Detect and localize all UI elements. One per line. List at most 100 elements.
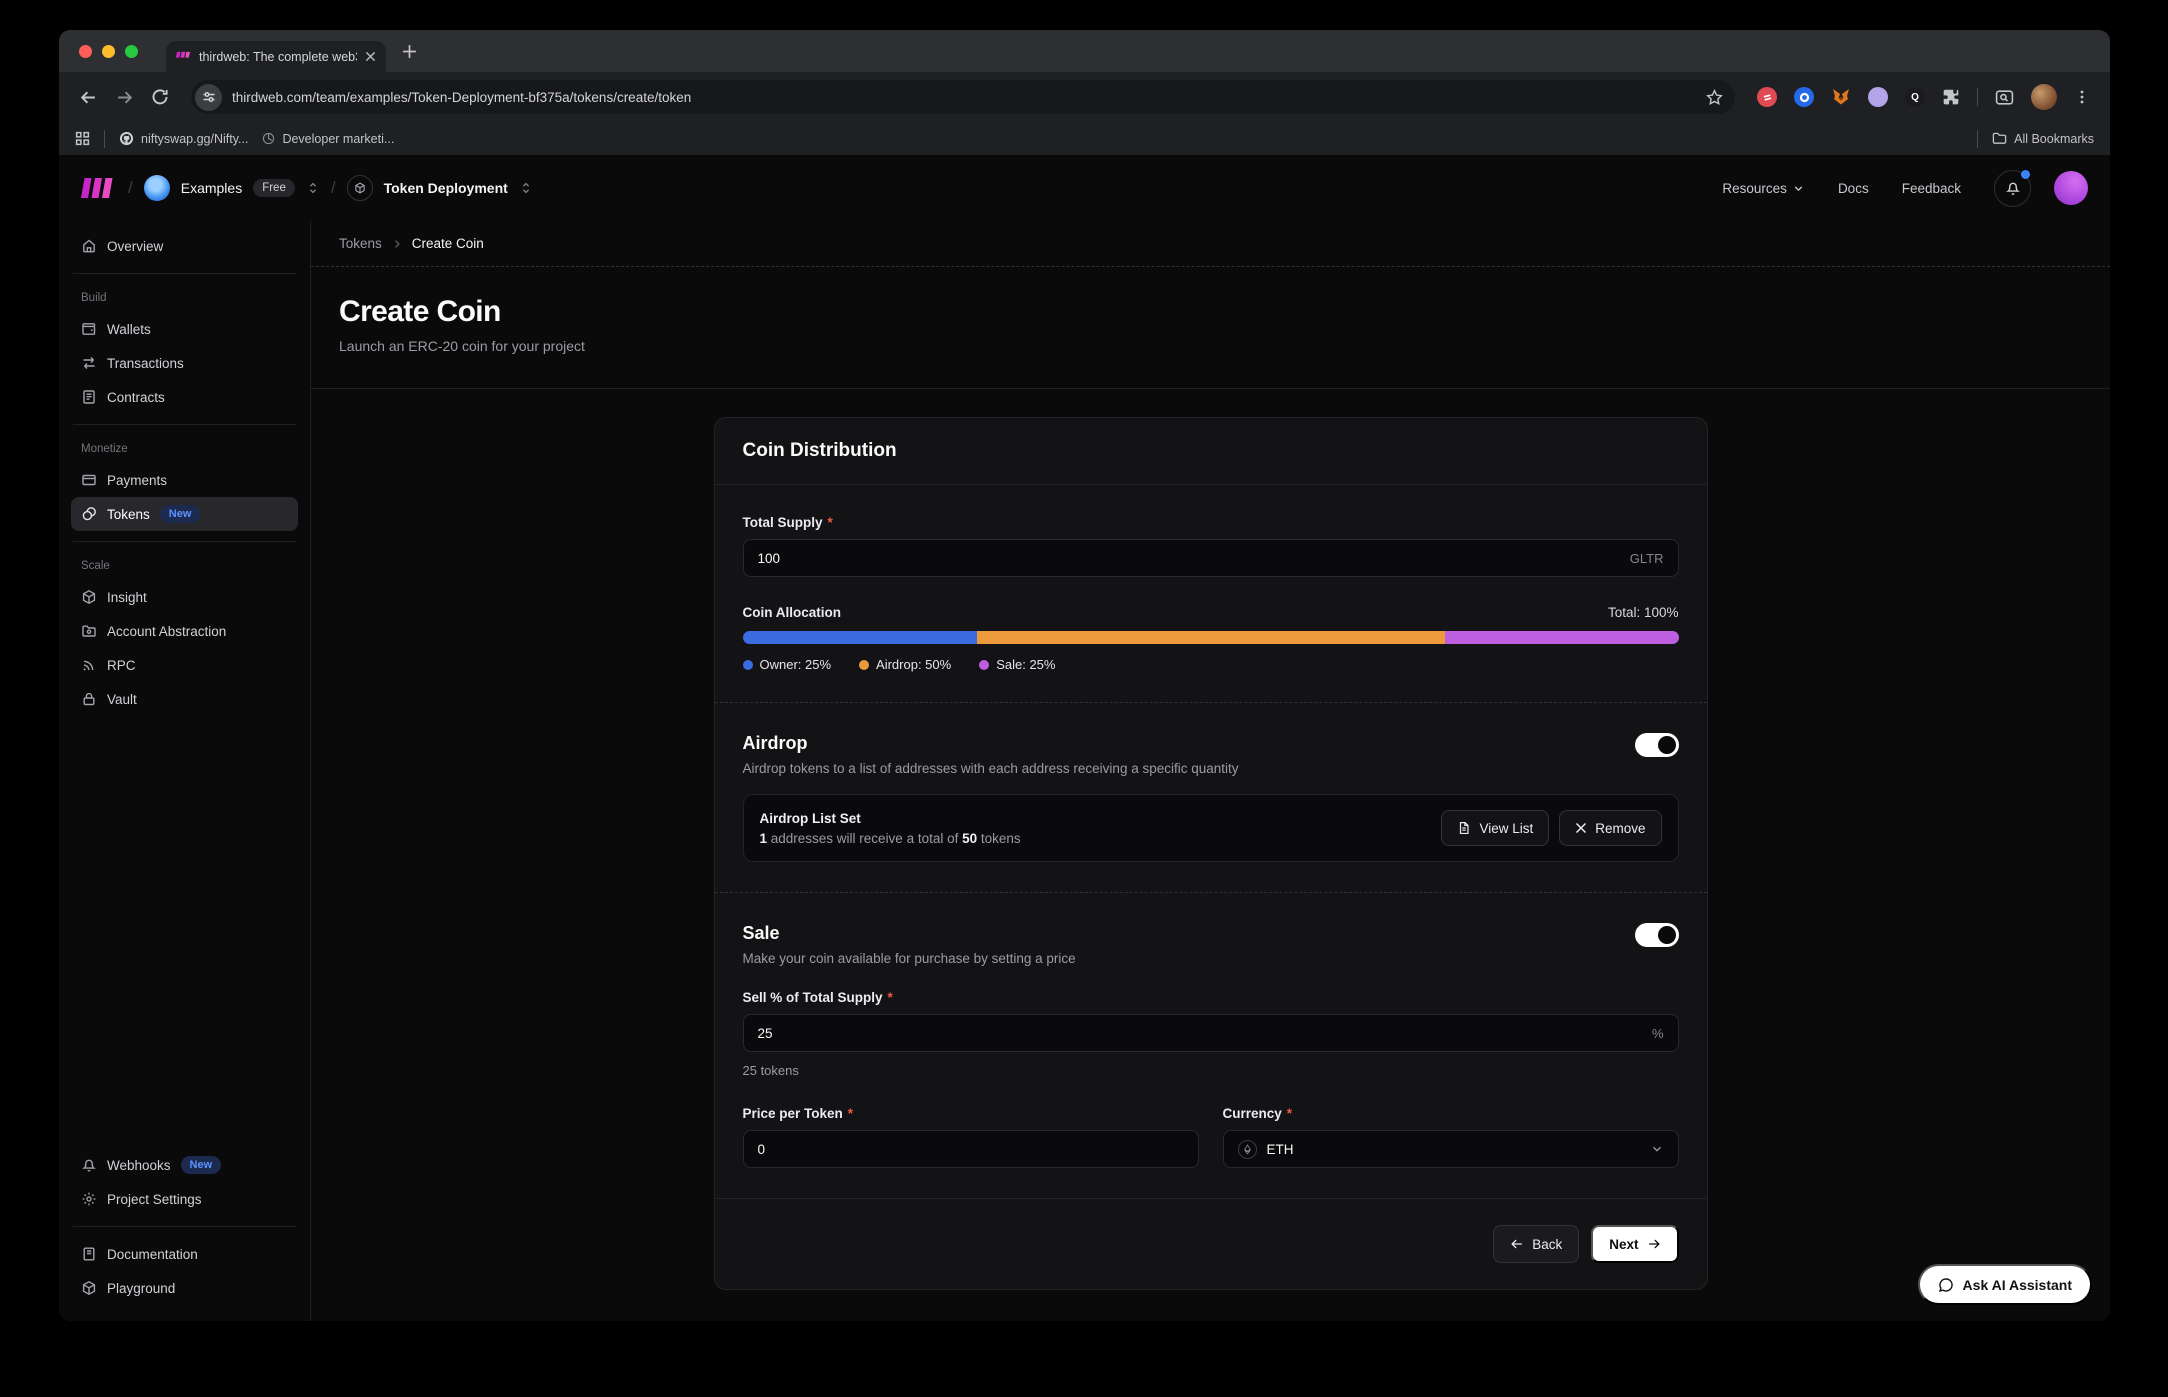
extension-icon-1[interactable]: [1757, 87, 1777, 107]
sidebar-item-label: Wallets: [107, 322, 151, 337]
project-switcher-icon[interactable]: [519, 181, 533, 195]
price-input[interactable]: 0: [743, 1130, 1199, 1168]
next-button[interactable]: Next: [1591, 1225, 1678, 1263]
new-tab-button[interactable]: [402, 44, 417, 59]
apps-grid-icon[interactable]: [75, 131, 90, 146]
arrow-right-icon: [1647, 1237, 1661, 1251]
app-header: / Examples Free / Token Deployment Resou…: [59, 155, 2110, 221]
chevron-down-icon: [1650, 1142, 1664, 1156]
sell-pct-helper: 25 tokens: [743, 1063, 1679, 1078]
legend-item-sale: Sale: 25%: [979, 657, 1055, 672]
minimize-window-button[interactable]: [102, 45, 115, 58]
user-avatar[interactable]: [2054, 171, 2088, 205]
bookmark-label: Developer marketi...: [282, 132, 394, 146]
sidebar-item-label: Overview: [107, 239, 163, 254]
sidebar-item-vault[interactable]: Vault: [71, 682, 298, 716]
side-search-icon[interactable]: [1995, 88, 2014, 107]
airdrop-list-title: Airdrop List Set: [760, 811, 1021, 826]
extension-icon-2[interactable]: [1794, 87, 1814, 107]
sidebar-item-contracts[interactable]: Contracts: [71, 380, 298, 414]
sidebar-item-transactions[interactable]: Transactions: [71, 346, 298, 380]
remove-list-button[interactable]: Remove: [1559, 810, 1661, 846]
sidebar-item-tokens[interactable]: Tokens New: [71, 497, 298, 531]
sale-toggle[interactable]: [1635, 923, 1679, 947]
forward-icon[interactable]: [109, 82, 139, 112]
team-name[interactable]: Examples: [181, 180, 242, 196]
view-list-button[interactable]: View List: [1441, 810, 1549, 846]
page-subtitle: Launch an ERC-20 coin for your project: [339, 338, 2082, 354]
sidebar-item-label: Account Abstraction: [107, 624, 226, 639]
thirdweb-logo[interactable]: [81, 177, 117, 199]
refresh-icon[interactable]: [145, 82, 175, 112]
extension-icon-3[interactable]: [1868, 87, 1888, 107]
close-window-button[interactable]: [79, 45, 92, 58]
sell-pct-input[interactable]: 25 %: [743, 1014, 1679, 1052]
site-controls-icon[interactable]: [195, 84, 222, 111]
card-footer: Back Next: [715, 1198, 1707, 1289]
all-bookmarks-label: All Bookmarks: [2014, 132, 2094, 146]
contract-icon: [81, 389, 97, 405]
back-button[interactable]: Back: [1493, 1225, 1579, 1263]
sidebar-item-label: RPC: [107, 658, 136, 673]
metamask-extension-icon[interactable]: [1831, 87, 1851, 107]
team-switcher-icon[interactable]: [306, 181, 320, 195]
airdrop-description: Airdrop tokens to a list of addresses wi…: [743, 761, 1239, 776]
sidebar-item-overview[interactable]: Overview: [71, 229, 298, 263]
sidebar-item-payments[interactable]: Payments: [71, 463, 298, 497]
total-supply-label: Total Supply*: [743, 515, 1679, 530]
bookmark-star-icon[interactable]: [1706, 89, 1723, 106]
ask-ai-assistant-button[interactable]: Ask AI Assistant: [1918, 1264, 2092, 1305]
breadcrumb-tokens-link[interactable]: Tokens: [339, 236, 382, 251]
project-name[interactable]: Token Deployment: [384, 180, 508, 196]
sidebar-item-webhooks[interactable]: Webhooks New: [71, 1148, 298, 1182]
bookmark-item-developer[interactable]: Developer marketi...: [262, 132, 394, 146]
total-supply-value: 100: [758, 551, 781, 566]
sidebar-item-project-settings[interactable]: Project Settings: [71, 1182, 298, 1216]
airdrop-toggle[interactable]: [1635, 733, 1679, 757]
allocation-legend: Owner: 25% Airdrop: 50% Sale: 25%: [743, 657, 1679, 672]
tab-close-icon[interactable]: [365, 51, 376, 62]
resources-menu[interactable]: Resources: [1722, 181, 1805, 196]
address-bar[interactable]: thirdweb.com/team/examples/Token-Deploym…: [191, 80, 1735, 114]
thirdweb-favicon: [176, 49, 191, 64]
currency-select[interactable]: ETH: [1223, 1130, 1679, 1168]
sidebar-item-account-abstraction[interactable]: Account Abstraction: [71, 614, 298, 648]
sidebar-item-insight[interactable]: Insight: [71, 580, 298, 614]
sidebar-item-wallets[interactable]: Wallets: [71, 312, 298, 346]
feedback-link[interactable]: Feedback: [1902, 181, 1961, 196]
browser-profile-avatar[interactable]: [2031, 84, 2057, 110]
all-bookmarks-button[interactable]: All Bookmarks: [1992, 131, 2094, 146]
sidebar-item-rpc[interactable]: RPC: [71, 648, 298, 682]
zoom-window-button[interactable]: [125, 45, 138, 58]
bookmark-item-niftyswap[interactable]: niftyswap.gg/Nifty...: [119, 131, 248, 146]
sidebar-item-playground[interactable]: Playground: [71, 1271, 298, 1305]
sidebar-item-documentation[interactable]: Documentation: [71, 1237, 298, 1271]
sidebar-divider: [73, 541, 296, 542]
sell-pct-label: Sell % of Total Supply*: [743, 990, 1679, 1005]
team-avatar[interactable]: [144, 175, 170, 201]
docs-link[interactable]: Docs: [1838, 181, 1869, 196]
browser-menu-icon[interactable]: [2074, 89, 2090, 105]
back-icon[interactable]: [73, 82, 103, 112]
sale-description: Make your coin available for purchase by…: [743, 951, 1076, 966]
currency-value: ETH: [1267, 1142, 1294, 1157]
extension-icon-4[interactable]: Q: [1905, 87, 1925, 107]
notifications-button[interactable]: [1994, 170, 2031, 207]
globe-icon: [262, 132, 275, 145]
project-avatar[interactable]: [347, 175, 373, 201]
extensions-puzzle-icon[interactable]: [1942, 88, 1960, 106]
price-value: 0: [758, 1142, 766, 1157]
gear-icon: [81, 1191, 97, 1207]
allocation-segment-sale: [1445, 631, 1679, 644]
allocation-header: Coin Allocation Total: 100%: [743, 605, 1679, 620]
breadcrumb-separator: /: [128, 178, 133, 198]
tokens-icon: [81, 506, 97, 522]
chevron-down-icon: [1792, 182, 1805, 195]
browser-tab[interactable]: thirdweb: The complete web3: [166, 41, 386, 72]
total-supply-input[interactable]: 100 GLTR: [743, 539, 1679, 577]
transactions-icon: [81, 355, 97, 371]
tab-title: thirdweb: The complete web3: [199, 50, 357, 64]
allocation-segment-owner: [743, 631, 977, 644]
github-icon: [119, 131, 134, 146]
required-mark: *: [888, 990, 893, 1005]
